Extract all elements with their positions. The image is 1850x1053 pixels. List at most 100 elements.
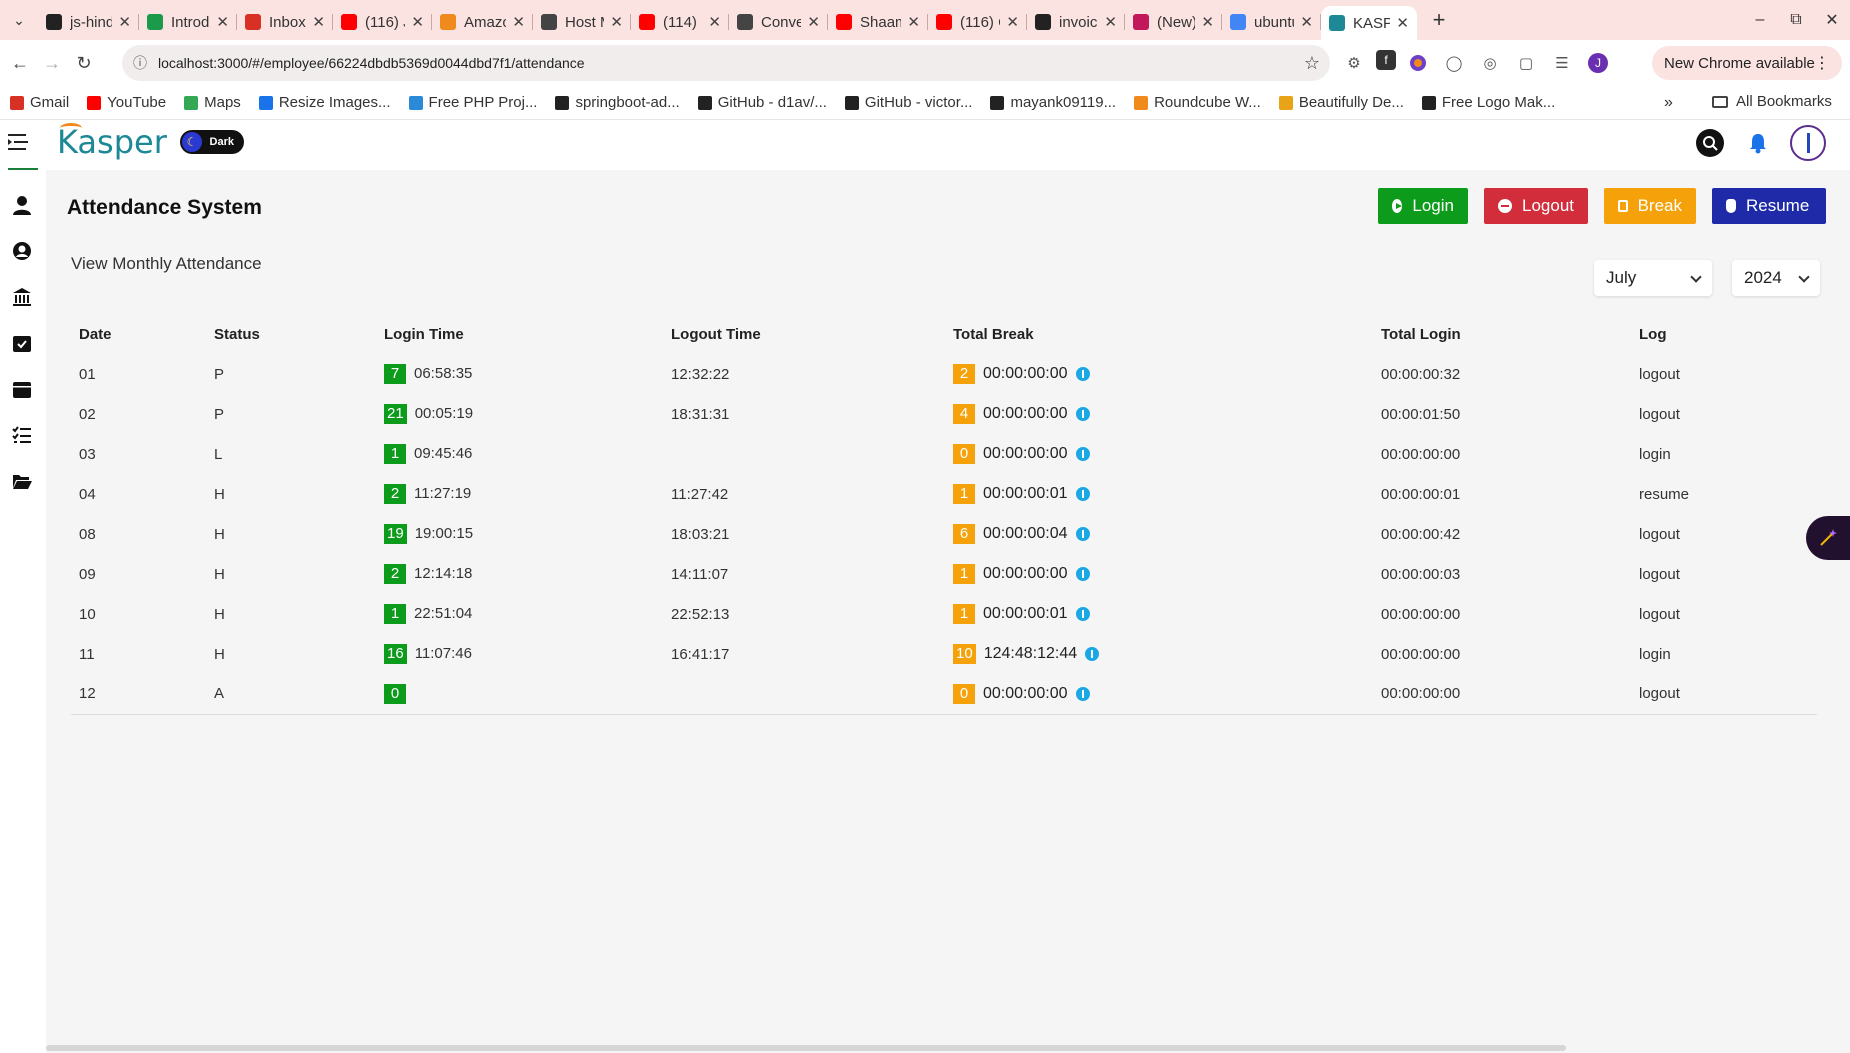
info-icon[interactable] bbox=[1075, 447, 1090, 461]
info-icon[interactable] bbox=[1075, 527, 1090, 541]
close-tab-icon[interactable]: ✕ bbox=[1201, 13, 1214, 31]
browser-tab[interactable]: Introdu ✕ bbox=[139, 6, 237, 38]
info-icon[interactable] bbox=[1075, 407, 1090, 421]
bookmark-favicon-icon bbox=[1278, 95, 1293, 110]
info-icon[interactable] bbox=[1075, 487, 1090, 501]
reload-icon[interactable]: ↻ bbox=[68, 53, 100, 74]
browser-tab[interactable]: (116) C ✕ bbox=[928, 6, 1027, 38]
site-info-icon[interactable]: ⓘ bbox=[122, 53, 158, 73]
sidebar-calendar-check-icon[interactable] bbox=[11, 332, 33, 354]
close-tab-icon[interactable]: ✕ bbox=[118, 13, 131, 31]
browser-tab[interactable]: Inbox (✕ bbox=[237, 6, 333, 38]
chrome-update-button[interactable]: New Chrome available ⋮ bbox=[1652, 46, 1842, 80]
puzzle-extensions-icon[interactable]: ▢ bbox=[1512, 50, 1540, 76]
bookmark-item[interactable]: GitHub - d1av/... bbox=[697, 94, 827, 111]
bookmark-item[interactable]: Free Logo Mak... bbox=[1421, 94, 1555, 111]
new-tab-button[interactable]: + bbox=[1421, 7, 1457, 33]
sidebar-folder-open-icon[interactable] bbox=[11, 470, 33, 492]
info-icon[interactable] bbox=[1075, 367, 1090, 381]
browser-tab[interactable]: KASPE ✕ bbox=[1321, 6, 1417, 40]
close-tab-icon[interactable]: ✕ bbox=[1300, 13, 1313, 31]
browser-tab[interactable]: (116) J ✕ bbox=[333, 6, 432, 38]
resume-button[interactable]: Resume bbox=[1712, 188, 1826, 224]
bookmark-item[interactable]: YouTube bbox=[87, 94, 166, 111]
login-button[interactable]: Login bbox=[1378, 188, 1468, 224]
notification-bell-icon[interactable] bbox=[1744, 129, 1772, 157]
bookmark-item[interactable]: Gmail bbox=[10, 94, 69, 111]
bug-extension-icon[interactable]: ⚙ bbox=[1340, 50, 1368, 76]
break-button[interactable]: Break bbox=[1604, 188, 1696, 224]
close-tab-icon[interactable]: ✕ bbox=[708, 13, 721, 31]
color-extension-icon[interactable] bbox=[1404, 50, 1432, 76]
close-tab-icon[interactable]: ✕ bbox=[216, 13, 229, 31]
info-icon[interactable] bbox=[1075, 567, 1090, 581]
browser-tab[interactable]: js-hind ✕ bbox=[38, 6, 139, 38]
font-extension-icon[interactable]: f bbox=[1376, 50, 1396, 70]
url-text[interactable]: localhost:3000/#/employee/66224dbdb5369d… bbox=[158, 55, 1294, 71]
forward-arrow-icon[interactable]: → bbox=[36, 53, 68, 74]
more-bookmarks-icon[interactable]: » bbox=[1664, 94, 1673, 112]
address-bar[interactable]: ⓘ localhost:3000/#/employee/66224dbdb536… bbox=[122, 45, 1330, 81]
close-window-icon[interactable]: ✕ bbox=[1814, 10, 1850, 30]
sidebar-employee-icon[interactable] bbox=[11, 194, 33, 216]
dark-mode-toggle[interactable]: ☾ Dark bbox=[180, 130, 244, 154]
all-bookmarks-button[interactable]: All Bookmarks bbox=[1712, 93, 1832, 110]
close-tab-icon[interactable]: ✕ bbox=[312, 13, 325, 31]
sidebar-task-list-icon[interactable] bbox=[11, 424, 33, 446]
close-tab-icon[interactable]: ✕ bbox=[1006, 13, 1019, 31]
magic-wand-icon[interactable] bbox=[1806, 516, 1850, 560]
tab-search-chevron-icon[interactable]: ⌄ bbox=[0, 0, 38, 40]
app-logo[interactable]: Kasper bbox=[57, 123, 167, 161]
bookmark-label: GitHub - d1av/... bbox=[717, 94, 827, 111]
browser-tab[interactable]: Shaam ✕ bbox=[828, 6, 928, 38]
logout-button[interactable]: Logout bbox=[1484, 188, 1588, 224]
bookmark-item[interactable]: Maps bbox=[184, 94, 241, 111]
browser-tab[interactable]: ubuntu ✕ bbox=[1222, 6, 1321, 38]
user-avatar[interactable] bbox=[1790, 125, 1826, 161]
close-tab-icon[interactable]: ✕ bbox=[610, 13, 623, 31]
year-select[interactable]: 2024 bbox=[1732, 260, 1820, 296]
tab-title: Introdu bbox=[171, 13, 210, 31]
bookmark-item[interactable]: Resize Images... bbox=[258, 94, 391, 111]
close-tab-icon[interactable]: ✕ bbox=[1396, 14, 1409, 32]
info-icon[interactable] bbox=[1075, 686, 1090, 701]
search-icon[interactable] bbox=[1696, 129, 1724, 157]
menu-toggle-icon[interactable] bbox=[8, 132, 30, 152]
browser-tab[interactable]: (New) ✕ bbox=[1125, 6, 1222, 38]
month-select[interactable]: July bbox=[1594, 260, 1712, 296]
browser-tab[interactable]: Amazo ✕ bbox=[432, 6, 533, 38]
close-tab-icon[interactable]: ✕ bbox=[411, 13, 424, 31]
minimize-icon[interactable]: – bbox=[1742, 11, 1778, 29]
close-tab-icon[interactable]: ✕ bbox=[907, 13, 920, 31]
media-control-icon[interactable]: ☰ bbox=[1548, 50, 1576, 76]
bookmark-item[interactable]: GitHub - victor... bbox=[844, 94, 972, 111]
cell-status: H bbox=[214, 525, 225, 543]
close-tab-icon[interactable]: ✕ bbox=[1104, 13, 1117, 31]
bookmark-item[interactable]: springboot-ad... bbox=[555, 94, 680, 111]
info-icon[interactable] bbox=[1075, 607, 1090, 621]
window-controls: – ⧉ ✕ bbox=[1742, 0, 1850, 40]
kebab-menu-icon[interactable]: ⋮ bbox=[1814, 53, 1830, 73]
sidebar-profile-icon[interactable] bbox=[11, 240, 33, 262]
sidebar-calendar-icon[interactable] bbox=[11, 378, 33, 400]
camera-extension-icon[interactable]: ◯ bbox=[1440, 50, 1468, 76]
sidebar-bank-icon[interactable] bbox=[11, 286, 33, 308]
browser-tab[interactable]: Conve ✕ bbox=[729, 6, 828, 38]
browser-tab[interactable]: invoice ✕ bbox=[1027, 6, 1125, 38]
restore-icon[interactable]: ⧉ bbox=[1778, 11, 1814, 29]
bookmark-item[interactable]: Free PHP Proj... bbox=[408, 94, 537, 111]
horizontal-scrollbar[interactable] bbox=[46, 1045, 1566, 1051]
bookmark-item[interactable]: mayank09119... bbox=[990, 94, 1116, 111]
bookmark-star-icon[interactable]: ☆ bbox=[1294, 53, 1330, 74]
back-arrow-icon[interactable]: ← bbox=[4, 53, 36, 74]
browser-tab[interactable]: (114) L ✕ bbox=[631, 6, 729, 38]
bookmark-item[interactable]: Beautifully De... bbox=[1278, 94, 1404, 111]
close-tab-icon[interactable]: ✕ bbox=[807, 13, 820, 31]
close-tab-icon[interactable]: ✕ bbox=[512, 13, 525, 31]
eyes-extension-icon[interactable]: ◎ bbox=[1476, 50, 1504, 76]
login-count-badge: 0 bbox=[384, 683, 406, 704]
bookmark-item[interactable]: Roundcube W... bbox=[1134, 94, 1261, 111]
info-icon[interactable] bbox=[1085, 647, 1100, 661]
profile-avatar[interactable]: J bbox=[1584, 50, 1612, 76]
browser-tab[interactable]: Host M ✕ bbox=[533, 6, 631, 38]
